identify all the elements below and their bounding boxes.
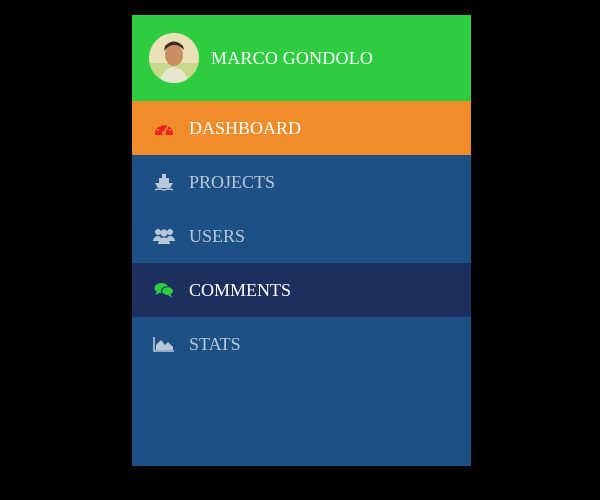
menu-item-projects[interactable]: PROJECTS xyxy=(132,155,471,209)
comments-icon xyxy=(153,280,175,300)
sidebar-menu: MARCO GONDOLO DASHBOARD PROJECTS USERS C… xyxy=(132,15,471,466)
menu-item-label: PROJECTS xyxy=(189,171,276,192)
avatar[interactable] xyxy=(149,33,199,83)
menu-item-label: COMMENTS xyxy=(189,279,292,300)
menu-item-label: USERS xyxy=(189,225,246,246)
ship-icon xyxy=(153,172,175,192)
menu-item-dashboard[interactable]: DASHBOARD xyxy=(132,101,471,155)
user-name: MARCO GONDOLO xyxy=(211,47,374,68)
menu-item-stats[interactable]: STATS xyxy=(132,317,471,371)
dashboard-gauge-icon xyxy=(153,118,175,138)
menu-item-comments[interactable]: COMMENTS xyxy=(132,263,471,317)
area-chart-icon xyxy=(153,334,175,354)
menu-item-label: STATS xyxy=(189,333,241,354)
menu-item-users[interactable]: USERS xyxy=(132,209,471,263)
profile-header[interactable]: MARCO GONDOLO xyxy=(132,15,471,101)
users-group-icon xyxy=(153,226,175,246)
menu-item-label: DASHBOARD xyxy=(189,117,302,138)
